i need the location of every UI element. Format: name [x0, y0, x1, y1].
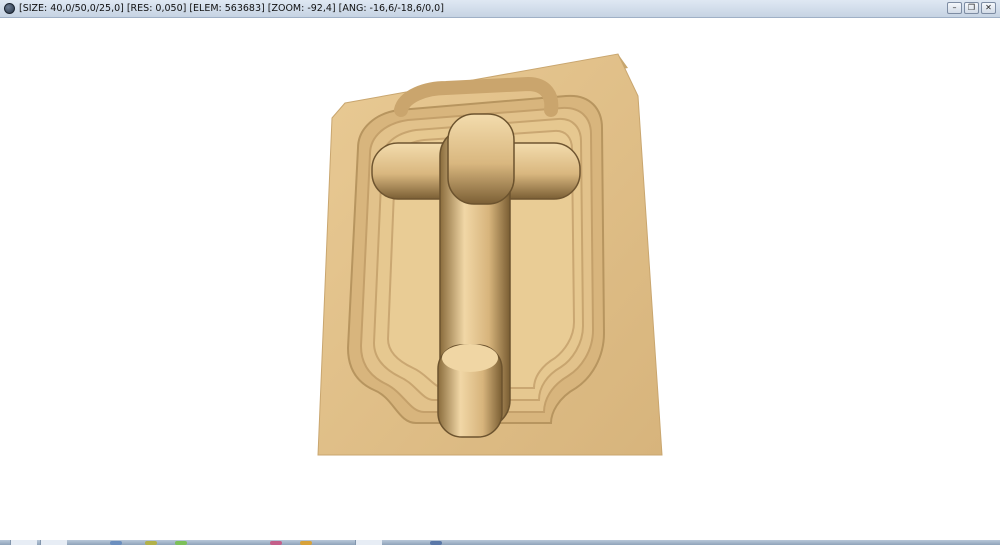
window-title: [SIZE: 40,0/50,0/25,0] [RES: 0,050] [ELE… — [19, 3, 444, 14]
taskbar-app-icon[interactable] — [110, 541, 122, 545]
taskbar-app-icon[interactable] — [270, 541, 282, 545]
taskbar-app-icon[interactable] — [175, 541, 187, 545]
app-icon[interactable] — [4, 3, 15, 14]
window-controls: – ❐ ✕ — [947, 2, 996, 14]
3d-viewport[interactable] — [6, 18, 994, 540]
taskbar-button[interactable] — [355, 540, 382, 545]
close-icon[interactable]: ✕ — [981, 2, 996, 14]
restore-icon[interactable]: ❐ — [964, 2, 979, 14]
bar-top-cap — [447, 113, 515, 205]
taskbar-app-icon[interactable] — [145, 541, 157, 545]
taskbar-button[interactable] — [40, 540, 67, 545]
taskbar-app-icon[interactable] — [300, 541, 312, 545]
taskbar-button[interactable] — [10, 540, 37, 545]
title-bar: [SIZE: 40,0/50,0/25,0] [RES: 0,050] [ELE… — [0, 0, 1000, 18]
taskbar-app-icon[interactable] — [430, 541, 442, 545]
bar-bottom-cap-highlight — [442, 344, 498, 372]
minimize-icon[interactable]: – — [947, 2, 962, 14]
taskbar — [0, 540, 1000, 545]
milled-part-render[interactable] — [6, 18, 994, 540]
